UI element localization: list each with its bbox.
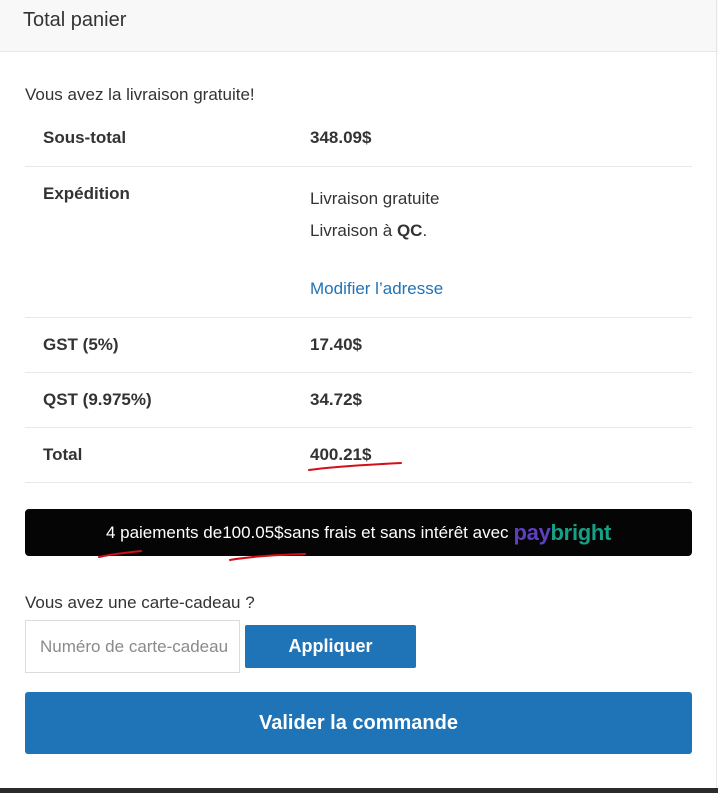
shipping-destination: Livraison à QC. <box>310 221 427 241</box>
shipping-destination-suffix: . <box>422 221 428 240</box>
qst-row: QST (9.975%) 34.72$ <box>25 373 692 428</box>
gst-value: 17.40$ <box>310 335 362 354</box>
gst-row: GST (5%) 17.40$ <box>25 318 692 373</box>
subtotal-label: Sous-total <box>43 128 127 147</box>
checkout-button[interactable]: Valider la commande <box>25 692 692 754</box>
page-bottom-bar <box>0 788 718 793</box>
paybright-prefix: 4 paiements de <box>105 522 223 542</box>
shipping-method: Livraison gratuite <box>310 189 440 208</box>
page-title: Total panier <box>23 9 127 31</box>
modify-address-link[interactable]: Modifier l’adresse <box>310 279 443 299</box>
subtotal-value: 348.09$ <box>310 128 372 147</box>
total-label: Total <box>43 445 83 464</box>
gst-label: GST (5%) <box>43 335 119 354</box>
free-shipping-notice: Vous avez la livraison gratuite! <box>25 85 255 104</box>
paybright-suffix: sans frais et sans intérêt avec <box>283 522 509 542</box>
shipping-destination-prefix: Livraison à <box>310 221 397 240</box>
paybright-message: 4 paiements de 100.05$ sans frais et san… <box>25 509 692 556</box>
total-row: Total 400.21$ <box>25 428 692 483</box>
panel-border <box>716 0 717 788</box>
apply-gift-card-button[interactable]: Appliquer <box>245 625 416 668</box>
qst-value: 34.72$ <box>310 390 362 409</box>
paybright-amount: 100.05$ <box>222 522 284 542</box>
qst-label: QST (9.975%) <box>43 390 152 409</box>
shipping-destination-region: QC <box>396 221 423 240</box>
gift-card-input[interactable] <box>25 620 240 673</box>
paybright-banner[interactable]: 4 paiements de 100.05$ sans frais et san… <box>25 509 692 556</box>
paybright-logo-bright: bright <box>550 519 612 545</box>
shipping-label: Expédition <box>43 184 130 203</box>
cart-totals-table: Sous-total 348.09$ Expédition Livraison … <box>25 111 692 483</box>
subtotal-row: Sous-total 348.09$ <box>25 111 692 167</box>
shipping-row: Expédition Livraison gratuite Livraison … <box>25 167 692 318</box>
total-value: 400.21$ <box>310 445 372 464</box>
cart-totals-header: Total panier <box>0 0 718 52</box>
paybright-logo-pay: pay <box>513 519 551 545</box>
gift-card-question: Vous avez une carte-cadeau ? <box>25 593 255 612</box>
paybright-logo: paybright <box>514 520 612 546</box>
